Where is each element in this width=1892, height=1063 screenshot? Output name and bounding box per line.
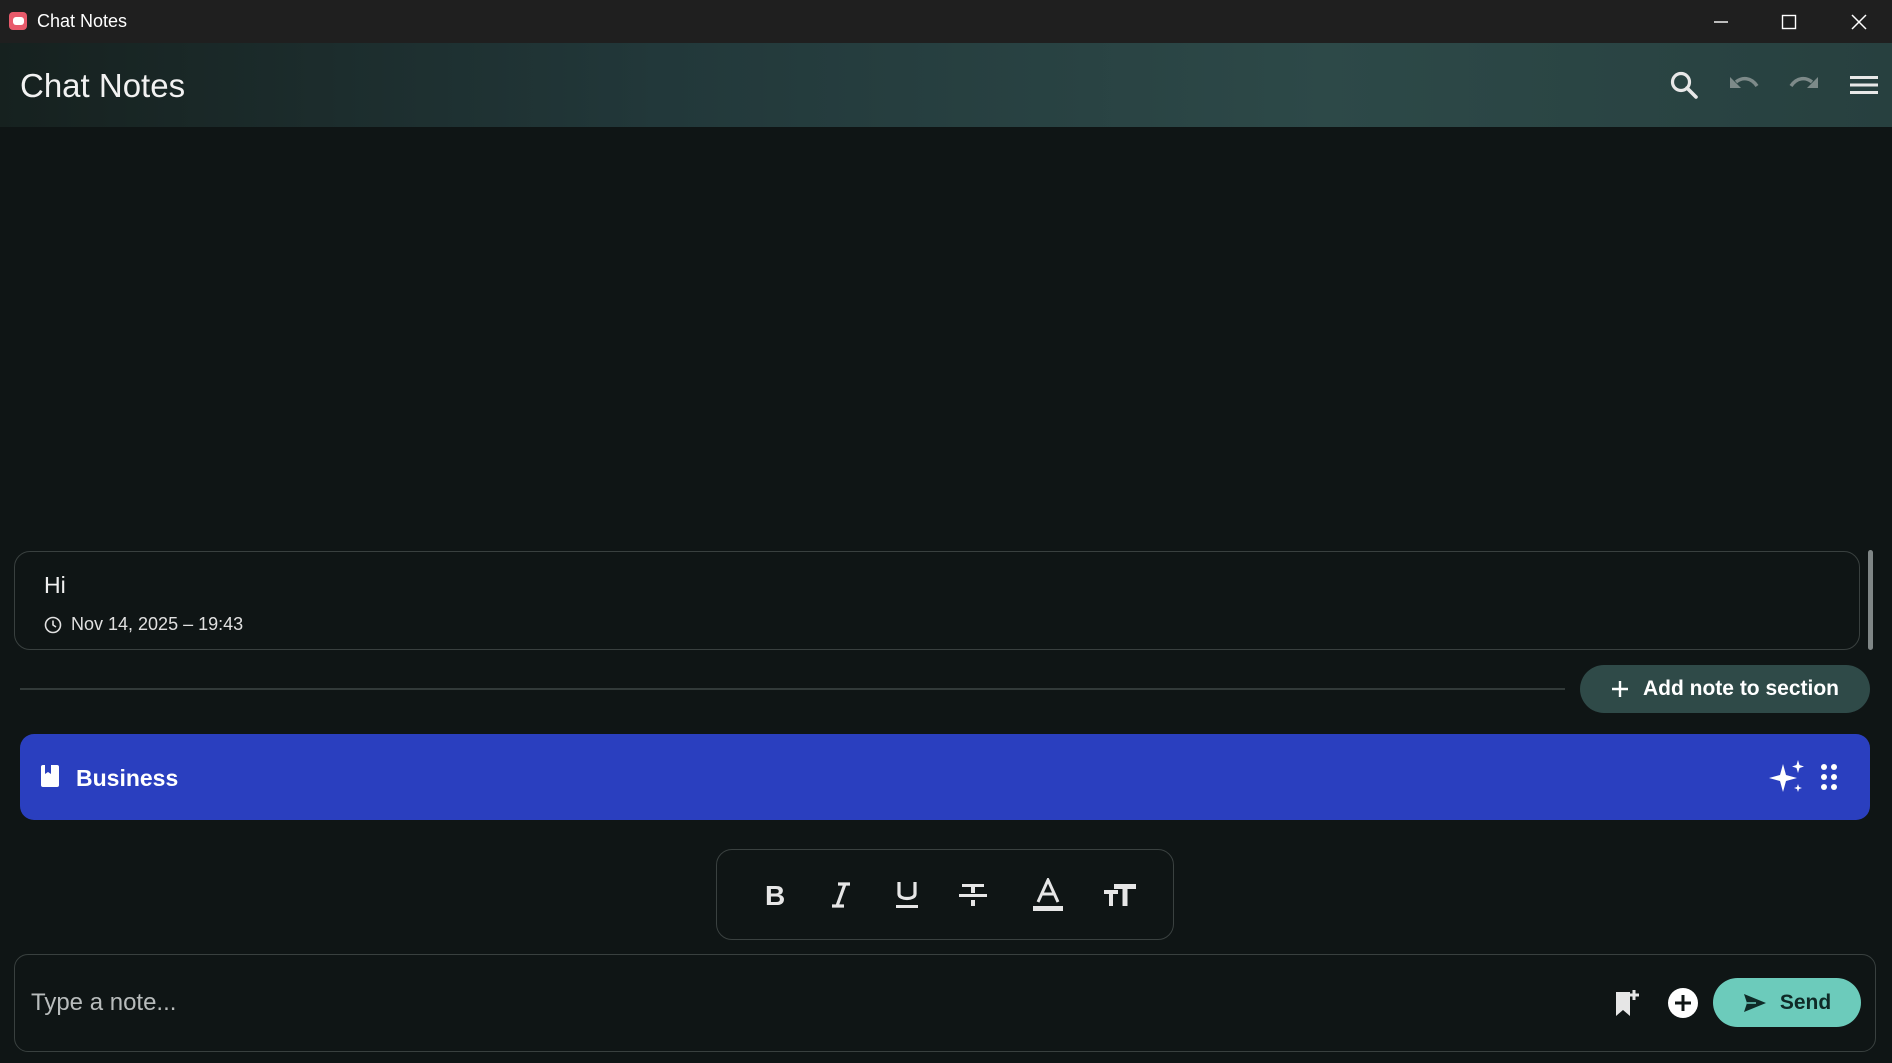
strikethrough-icon — [959, 884, 987, 906]
bookmark-add-icon — [1616, 990, 1639, 1016]
redo-icon — [1789, 76, 1818, 88]
note-card[interactable]: Hi Nov 14, 2025 – 19:43 — [14, 551, 1860, 650]
page-title: Chat Notes — [20, 67, 186, 104]
menu-button[interactable] — [1844, 65, 1884, 105]
close-icon — [1851, 13, 1867, 30]
text-color-button[interactable] — [1025, 872, 1071, 918]
scrollbar-thumb[interactable] — [1868, 550, 1873, 650]
plus-icon — [1612, 681, 1628, 697]
maximize-icon — [1781, 14, 1797, 29]
send-label: Send — [1779, 990, 1832, 1014]
window-titlebar: Chat Notes — [0, 0, 1892, 43]
italic-icon — [832, 882, 850, 908]
clock-icon — [44, 616, 62, 633]
bold-button[interactable]: B — [752, 872, 798, 918]
svg-text:B: B — [765, 882, 785, 908]
italic-button[interactable] — [818, 872, 864, 918]
underline-button[interactable] — [884, 872, 930, 918]
note-composer: Send — [14, 954, 1876, 1052]
note-timestamp: Nov 14, 2025 – 19:43 — [44, 614, 243, 635]
menu-icon — [1850, 76, 1878, 94]
minimize-icon — [1714, 20, 1728, 23]
search-icon — [1670, 71, 1698, 99]
search-button[interactable] — [1664, 65, 1704, 105]
redo-button[interactable] — [1784, 65, 1824, 105]
bold-icon: B — [765, 882, 785, 908]
drag-handle-icon[interactable] — [1820, 763, 1838, 791]
add-attachment-button[interactable] — [1665, 985, 1701, 1021]
app-header: Chat Notes — [0, 43, 1892, 127]
underline-icon — [896, 882, 918, 908]
formatting-toolbar: B — [716, 849, 1174, 940]
undo-button[interactable] — [1724, 65, 1764, 105]
minimize-button[interactable] — [1686, 0, 1756, 43]
text-size-icon — [1104, 884, 1136, 906]
section-divider — [20, 688, 1565, 690]
add-circle-icon — [1668, 988, 1698, 1018]
note-text: Hi — [44, 572, 66, 598]
sparkle-icon[interactable] — [1768, 760, 1806, 796]
bookmark-add-button[interactable] — [1609, 985, 1645, 1021]
send-icon — [1743, 993, 1766, 1012]
strikethrough-button[interactable] — [950, 872, 996, 918]
close-button[interactable] — [1824, 0, 1892, 43]
maximize-button[interactable] — [1754, 0, 1824, 43]
undo-icon — [1730, 76, 1759, 88]
text-size-button[interactable] — [1097, 872, 1143, 918]
note-timestamp-text: Nov 14, 2025 – 19:43 — [71, 614, 244, 634]
app-logo-icon — [9, 12, 27, 30]
note-input[interactable] — [31, 981, 1591, 1025]
text-color-icon — [1033, 878, 1063, 911]
window-title: Chat Notes — [37, 11, 128, 31]
section-name: Business — [76, 765, 179, 791]
add-note-to-section-button[interactable]: Add note to section — [1580, 665, 1870, 713]
book-icon — [41, 765, 59, 787]
section-header-business[interactable]: Business — [20, 734, 1870, 820]
send-button[interactable]: Send — [1713, 978, 1861, 1027]
add-note-label: Add note to section — [1643, 677, 1839, 700]
